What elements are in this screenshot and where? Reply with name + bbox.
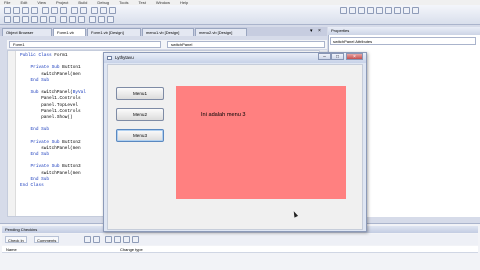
tab-form1-design[interactable]: Form1.vb [Design] (87, 28, 141, 36)
menu3-button[interactable]: Menu3 (116, 129, 164, 142)
editor-gutter (8, 51, 16, 216)
window-title: Lythytavu (115, 55, 134, 60)
align-center-icon[interactable] (13, 16, 20, 23)
column-name[interactable]: Name (6, 246, 17, 253)
pause-icon[interactable] (100, 7, 107, 14)
undo-icon[interactable] (71, 7, 78, 14)
maximize-button[interactable]: □ (331, 53, 344, 60)
align-bottom-icon[interactable] (49, 16, 56, 23)
pending-toolbar: Check In Comments (2, 234, 478, 245)
work-items-icon[interactable] (114, 236, 121, 243)
save-all-icon[interactable] (31, 7, 38, 14)
class-combo[interactable]: Form1 (9, 41, 161, 48)
tab-menu1-design[interactable]: menu1.vb [Design] (142, 28, 194, 36)
code-line: Panel1.Controls (20, 108, 81, 114)
column-change-type[interactable]: Change type (120, 246, 143, 253)
save-icon[interactable] (22, 7, 29, 14)
spacing-icon[interactable] (89, 16, 96, 23)
check-in-button[interactable]: Check In (5, 236, 27, 243)
align-right-icon[interactable] (22, 16, 29, 23)
form-client-area: Menu1 Menu2 Menu3 Ini adalah menu 3 (107, 64, 363, 230)
code-line: Private Sub Button3 (30, 164, 81, 170)
app-icon (107, 56, 112, 60)
minimize-button[interactable]: – (318, 53, 331, 60)
tab-menu2-design[interactable]: menu2.vb [Design] (195, 28, 247, 36)
cut-icon[interactable] (42, 7, 49, 14)
code-text: Public Class Form1 Private Sub Button1 s… (20, 53, 86, 189)
redo-icon[interactable] (80, 7, 87, 14)
start-debug-icon[interactable] (91, 7, 98, 14)
method-combo[interactable]: switchPanel (167, 41, 325, 48)
solution-explorer-icon[interactable] (340, 7, 347, 14)
refresh-icon[interactable] (84, 236, 91, 243)
open-file-icon[interactable] (13, 7, 20, 14)
object-browser-icon[interactable] (367, 7, 374, 14)
options-icon[interactable] (412, 7, 419, 14)
send-back-icon[interactable] (107, 16, 114, 23)
menu2-button[interactable]: Menu2 (116, 108, 164, 121)
code-line: panel.TopLevel (20, 102, 78, 108)
paste-icon[interactable] (60, 7, 67, 14)
align-middle-icon[interactable] (40, 16, 47, 23)
properties-title: Properties (328, 27, 480, 35)
same-height-icon[interactable] (69, 16, 76, 23)
undo-pending-icon[interactable] (93, 236, 100, 243)
align-top-icon[interactable] (31, 16, 38, 23)
stop-icon[interactable] (109, 7, 116, 14)
comments-button[interactable]: Comments (34, 236, 60, 243)
policy-warnings-icon[interactable] (132, 236, 139, 243)
tab-form1-code[interactable]: Form1.vb (53, 28, 86, 36)
close-tab-icon[interactable]: × (318, 28, 321, 34)
content-panel: Ini adalah menu 3 (176, 86, 346, 199)
code-line: Panel1.Controls (20, 96, 81, 102)
app-window: Lythytavu – □ × Menu1 Menu2 Menu3 Ini ad… (103, 52, 367, 232)
bring-front-icon[interactable] (98, 16, 105, 23)
pending-column-headers: Name Change type (2, 246, 478, 253)
properties-object-selector[interactable]: switchPanel Attributes (330, 37, 476, 45)
check-in-notes-icon[interactable] (123, 236, 130, 243)
panel-label: Ini adalah menu 3 (201, 112, 246, 118)
same-width-icon[interactable] (60, 16, 67, 23)
class-view-icon[interactable] (385, 7, 392, 14)
document-tabs: Object Browser Form1.vb Form1.vb [Design… (0, 27, 327, 36)
source-files-icon[interactable] (105, 236, 112, 243)
toolbox-icon[interactable] (358, 7, 365, 14)
tab-dropdown-icon[interactable]: ▾ (310, 28, 313, 34)
new-project-icon[interactable] (4, 7, 11, 14)
code-line: Private Sub Button2 (30, 139, 81, 145)
start-page-icon[interactable] (376, 7, 383, 14)
properties-window-icon[interactable] (349, 7, 356, 14)
output-icon[interactable] (403, 7, 410, 14)
code-line: End Class (20, 182, 44, 188)
tab-object-browser[interactable]: Object Browser (2, 28, 52, 36)
same-size-icon[interactable] (78, 16, 85, 23)
close-button[interactable]: × (346, 53, 363, 60)
menu1-button[interactable]: Menu1 (116, 87, 164, 100)
code-navigation-bar: Form1 switchPanel (7, 40, 327, 49)
code-line: Private Sub Button1 (30, 65, 81, 71)
align-left-icon[interactable] (4, 16, 11, 23)
error-list-icon[interactable] (394, 7, 401, 14)
ide-toolbar (0, 5, 480, 25)
copy-icon[interactable] (51, 7, 58, 14)
